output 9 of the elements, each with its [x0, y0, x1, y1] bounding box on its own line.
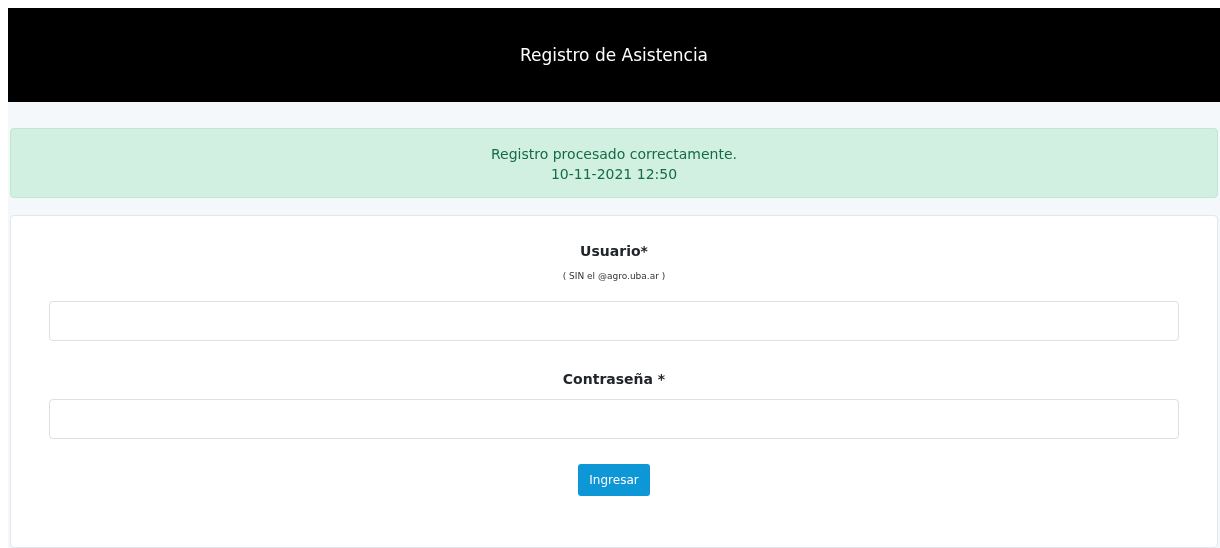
login-button[interactable]: Ingresar: [578, 464, 650, 496]
field-label: Contraseña *: [562, 371, 666, 387]
page-title: Registro de Asistencia: [519, 45, 709, 65]
username-field[interactable]: [49, 301, 1179, 341]
field-label: Usuario*: [580, 243, 648, 259]
timestamp: 10-11-2021 12:50: [550, 166, 678, 182]
field-hint: ( SIN el @agro.uba.ar ): [562, 271, 666, 281]
password-field[interactable]: [49, 399, 1179, 439]
success-message: Registro procesado correctamente.: [491, 146, 737, 162]
